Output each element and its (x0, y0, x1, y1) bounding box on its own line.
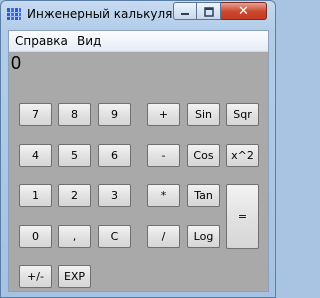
title-bar[interactable]: Инженерный калькуля... ✕ (1, 1, 275, 29)
key-tan[interactable]: Tan (187, 184, 220, 207)
key-log[interactable]: Log (187, 225, 220, 248)
key-5[interactable]: 5 (58, 144, 91, 167)
close-icon: ✕ (238, 3, 249, 19)
key-1[interactable]: 1 (19, 184, 52, 207)
window-title: Инженерный калькуля... (27, 7, 184, 21)
calculator-client-area: Справка Вид 0 7 8 9 + Sin Sqr 4 5 6 - Co… (8, 30, 269, 292)
maximize-button[interactable] (197, 2, 221, 20)
key-clear[interactable]: C (98, 225, 131, 248)
maximize-icon (203, 2, 214, 21)
key-equals[interactable]: = (226, 184, 259, 249)
key-7[interactable]: 7 (19, 103, 52, 126)
menu-view[interactable]: Вид (77, 34, 101, 48)
key-sin[interactable]: Sin (187, 103, 220, 126)
key-9[interactable]: 9 (98, 103, 131, 126)
key-x-squared[interactable]: x^2 (226, 144, 259, 167)
calculator-app-icon[interactable] (6, 6, 22, 22)
key-6[interactable]: 6 (98, 144, 131, 167)
key-4[interactable]: 4 (19, 144, 52, 167)
calculator-display: 0 (11, 53, 22, 73)
app-window: Инженерный калькуля... ✕ Справка Вид 0 7… (0, 0, 276, 298)
minimize-button[interactable] (173, 2, 197, 20)
menu-help[interactable]: Справка (15, 34, 68, 48)
key-multiply[interactable]: * (147, 184, 180, 207)
minimize-icon (180, 2, 190, 21)
key-cos[interactable]: Cos (187, 144, 220, 167)
menu-bar: Справка Вид (9, 31, 268, 52)
close-button[interactable]: ✕ (221, 2, 267, 20)
key-plus[interactable]: + (147, 103, 180, 126)
key-minus[interactable]: - (147, 144, 180, 167)
key-exp[interactable]: EXP (58, 265, 91, 288)
key-2[interactable]: 2 (58, 184, 91, 207)
key-3[interactable]: 3 (98, 184, 131, 207)
key-comma[interactable]: , (58, 225, 91, 248)
key-sqr[interactable]: Sqr (226, 103, 259, 126)
key-8[interactable]: 8 (58, 103, 91, 126)
key-divide[interactable]: / (147, 225, 180, 248)
key-sign[interactable]: +/- (19, 265, 52, 288)
key-0[interactable]: 0 (19, 225, 52, 248)
